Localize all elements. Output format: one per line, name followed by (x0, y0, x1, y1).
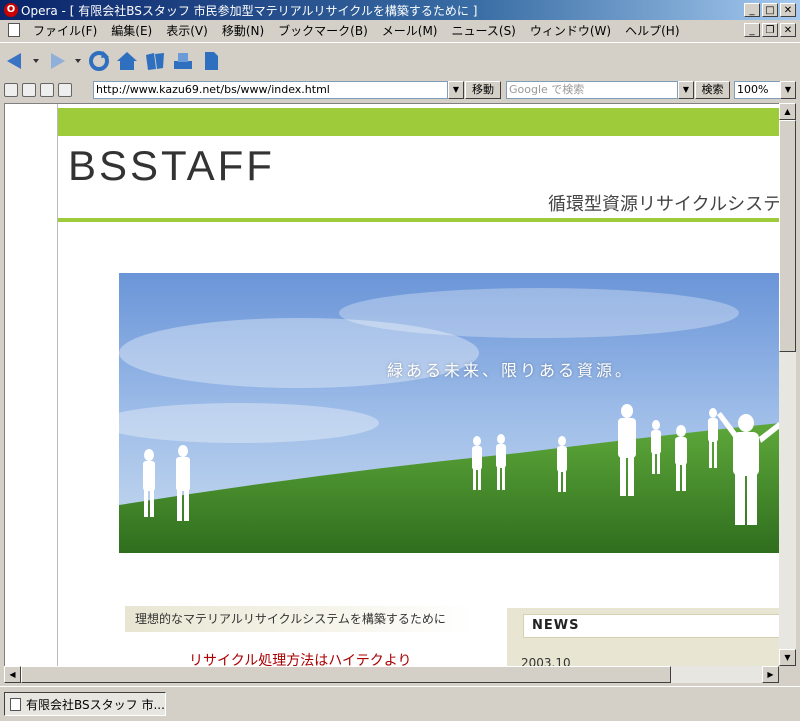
search-input[interactable]: Google で検索 (506, 81, 678, 99)
opera-icon[interactable]: O (4, 3, 18, 17)
header-bar (58, 108, 779, 136)
zoom-select[interactable]: 100% (734, 81, 782, 99)
user-icon[interactable] (58, 83, 72, 97)
back-menu-icon[interactable] (30, 48, 42, 74)
search-button[interactable]: 検索 (695, 81, 730, 99)
menu-navigation[interactable]: 移動(N) (215, 22, 271, 39)
scroll-right-button[interactable]: ▶ (762, 666, 779, 683)
menu-edit[interactable]: 編集(E) (104, 22, 159, 39)
site-tagline: 循環型資源リサイクルシステ (548, 194, 779, 215)
menu-mail[interactable]: メール(M) (375, 22, 445, 39)
page-tab-icon (10, 697, 21, 711)
back-icon[interactable] (2, 48, 28, 74)
reload-icon[interactable] (86, 48, 112, 74)
recycling-heading[interactable]: リサイクル処理方法はハイテクより (189, 650, 411, 666)
site-logo[interactable]: BSSTAFF (68, 144, 275, 188)
zoom-dropdown-button[interactable]: ▼ (780, 81, 796, 99)
news-date: 2003.10 (521, 656, 571, 666)
title-bar: O Opera - [ 有限会社BSスタッフ 市民参加型マテリアルリサイクルを構… (0, 0, 800, 20)
window-title: Opera - [ 有限会社BSスタッフ 市民参加型マテリアルリサイクルを構築す… (21, 3, 478, 18)
menu-news[interactable]: ニュース(S) (444, 22, 522, 39)
document-icon[interactable] (8, 23, 20, 37)
menu-window[interactable]: ウィンドウ(W) (523, 22, 618, 39)
address-toolbar: http://www.kazu69.net/bs/www/index.html … (0, 79, 800, 101)
search-dropdown-button[interactable]: ▼ (678, 81, 694, 99)
page-tab[interactable]: 有限会社BSスタッフ 市... (4, 692, 166, 716)
header-divider (58, 218, 779, 222)
address-dropdown-button[interactable]: ▼ (448, 81, 464, 99)
vertical-scroll-thumb[interactable] (779, 120, 796, 352)
logo-text: BSSTAFF (68, 142, 275, 189)
menu-view[interactable]: 表示(V) (159, 22, 215, 39)
print-icon[interactable] (170, 48, 196, 74)
page-icon[interactable] (40, 83, 54, 97)
scroll-left-button[interactable]: ◀ (4, 666, 21, 683)
new-page-icon[interactable] (198, 48, 224, 74)
go-button[interactable]: 移動 (465, 81, 501, 99)
vertical-scrollbar[interactable]: ▲ ▼ (779, 103, 796, 666)
menu-file[interactable]: ファイル(F) (26, 22, 104, 39)
menu-bookmarks[interactable]: ブックマーク(B) (271, 22, 375, 39)
hero-image: 緑ある未来、限りある資源。 (119, 273, 779, 553)
page-border (57, 104, 58, 666)
forward-menu-icon[interactable] (72, 48, 84, 74)
minimize-button[interactable]: _ (744, 3, 760, 17)
horizontal-scrollbar[interactable]: ◀ ▶ (4, 666, 779, 683)
scroll-up-button[interactable]: ▲ (779, 103, 796, 120)
mdi-minimize-button[interactable]: _ (744, 23, 760, 37)
close-button[interactable]: ✕ (780, 3, 796, 17)
camera-icon[interactable] (22, 83, 36, 97)
news-title: NEWS (523, 614, 779, 638)
mdi-restore-button[interactable]: ❐ (762, 23, 778, 37)
mdi-close-button[interactable]: ✕ (780, 23, 796, 37)
hotlist-icon[interactable] (142, 48, 168, 74)
maximize-button[interactable]: □ (762, 3, 778, 17)
menu-bar: ファイル(F) 編集(E) 表示(V) 移動(N) ブックマーク(B) メール(… (0, 20, 800, 40)
forward-icon[interactable] (44, 48, 70, 74)
section-heading: 理想的なマテリアルリサイクルシステムを構築するために (125, 606, 475, 632)
hero-caption: 緑ある未来、限りある資源。 (387, 361, 635, 380)
home-icon[interactable] (114, 48, 140, 74)
page-tab-label: 有限会社BSスタッフ 市... (26, 697, 165, 712)
horizontal-scroll-thumb[interactable] (21, 666, 671, 683)
security-icon[interactable] (4, 83, 18, 97)
scroll-down-button[interactable]: ▼ (779, 649, 796, 666)
page-tab-bar: 有限会社BSスタッフ 市... (0, 686, 800, 721)
navigation-toolbar (0, 42, 800, 79)
address-input[interactable]: http://www.kazu69.net/bs/www/index.html (93, 81, 448, 99)
page-viewport: BSSTAFF 循環型資源リサイクルシステ 緑ある未来、限りある資源。 理想的な… (4, 103, 779, 666)
menu-help[interactable]: ヘルプ(H) (618, 22, 686, 39)
